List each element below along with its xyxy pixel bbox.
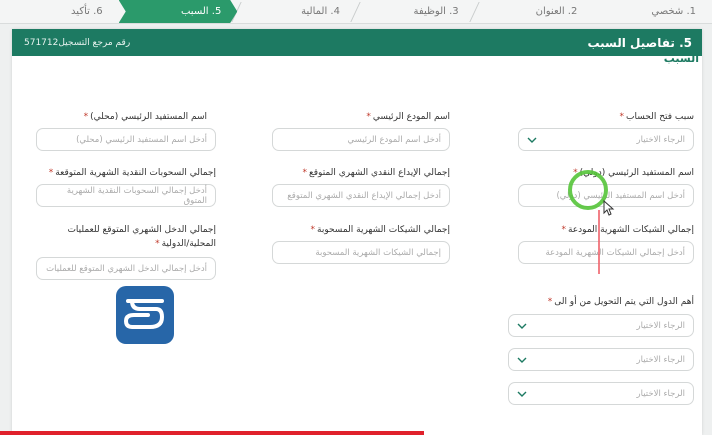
- step-confirm[interactable]: 6. تأكيد: [0, 0, 119, 23]
- panel-title: 5. تفاصيل السبب: [587, 35, 692, 50]
- step-job[interactable]: 3. الوظيفة: [350, 0, 475, 23]
- transfer-country-value: الرجاء الاختيار: [636, 388, 685, 399]
- deposited-checks-label: إجمالي الشيكات الشهرية المودعة*: [561, 225, 694, 235]
- expected-income-label: إجمالي الدخل الشهري المتوقع للعمليات الم…: [67, 225, 216, 249]
- transfer-countries-label: أهم الدول التي يتم التحويل من أو الى*: [547, 297, 694, 307]
- transfer-country-value: الرجاء الاختيار: [636, 320, 685, 331]
- section-title: السبب: [663, 52, 699, 65]
- account-reason-select[interactable]: الرجاء الاختيار: [518, 128, 694, 151]
- expected-cash-withdrawal-input[interactable]: أدخل إجمالي السحوبات النقدية الشهرية الم…: [36, 184, 216, 207]
- annotation-line: [598, 210, 600, 274]
- transfer-country-select-2[interactable]: الرجاء الاختيار: [508, 348, 694, 371]
- step-financial[interactable]: 4. المالية: [231, 0, 356, 23]
- step-reason[interactable]: 5. السبب: [118, 0, 238, 23]
- transfer-country-value: الرجاء الاختيار: [636, 354, 685, 365]
- withdrawn-checks-input[interactable]: إجمالي الشيكات الشهرية المسحوبة: [272, 241, 450, 264]
- deposited-checks-input[interactable]: أدخل إجمالي الشيكات الشهرية المودعة: [518, 241, 694, 264]
- registration-reference: رقم مرجع التسجيل571712: [24, 37, 131, 48]
- expected-cash-withdrawal-placeholder: أدخل إجمالي السحوبات النقدية الشهرية الم…: [66, 185, 207, 206]
- deposited-checks-placeholder: أدخل إجمالي الشيكات الشهرية المودعة: [545, 247, 685, 258]
- expected-cash-deposit-placeholder: أدخل إجمالي الإيداع النقدي الشهري المتوق…: [287, 190, 441, 201]
- step-label: 5. السبب: [180, 6, 222, 17]
- expected-income-placeholder: أدخل إجمالي الدخل الشهري المتوقع للعمليا…: [46, 263, 207, 274]
- main-depositor-label: اسم المودع الرئيسي*: [366, 112, 450, 122]
- step-address[interactable]: 2. العنوان: [468, 0, 594, 23]
- expected-cash-deposit-input[interactable]: أدخل إجمالي الإيداع النقدي الشهري المتوق…: [272, 184, 450, 207]
- expected-cash-deposit-label: إجمالي الإيداع النقدي الشهري المتوقع*: [302, 168, 450, 178]
- chevron-down-icon: [527, 137, 537, 143]
- cursor-icon: [603, 200, 615, 216]
- step-label: 3. الوظيفة: [413, 6, 459, 17]
- step-personal[interactable]: 1. شخصي: [593, 0, 712, 23]
- main-beneficiary-local-input[interactable]: أدخل اسم المستفيد الرئيسي (محلي): [36, 128, 216, 151]
- chevron-down-icon: [517, 391, 527, 397]
- step-label: 1. شخصي: [651, 6, 696, 17]
- main-beneficiary-local-placeholder: أدخل اسم المستفيد الرئيسي (محلي): [76, 134, 207, 145]
- steps-bar: 1. شخصي 2. العنوان 3. الوظيفة 4. المالية…: [0, 0, 712, 24]
- step-label: 2. العنوان: [535, 6, 578, 17]
- chevron-down-icon: [517, 357, 527, 363]
- video-progress-bar: [0, 431, 424, 435]
- main-depositor-input[interactable]: أدخل اسم المودع الرئيسي: [272, 128, 450, 151]
- panel-header: 5. تفاصيل السبب رقم مرجع التسجيل571712: [12, 29, 702, 56]
- chevron-down-icon: [517, 323, 527, 329]
- brand-logo-icon: [116, 286, 174, 344]
- cursor-highlight: [568, 170, 608, 210]
- brand-logo-glyph: [123, 299, 165, 329]
- transfer-country-select-3[interactable]: الرجاء الاختيار: [508, 382, 694, 405]
- withdrawn-checks-label: إجمالي الشيكات الشهرية المسحوبة*: [310, 225, 451, 235]
- main-beneficiary-local-label: اسم المستفيد الرئيسي (محلي)*: [83, 112, 207, 122]
- account-reason-label: سبب فتح الحساب*: [619, 112, 694, 122]
- account-reason-value: الرجاء الاختيار: [636, 134, 685, 145]
- expected-income-input[interactable]: أدخل إجمالي الدخل الشهري المتوقع للعمليا…: [36, 257, 216, 280]
- withdrawn-checks-placeholder: إجمالي الشيكات الشهرية المسحوبة: [315, 247, 441, 258]
- expected-cash-withdrawal-label: إجمالي السحوبات النقدية الشهرية المتوقعة…: [48, 168, 216, 178]
- transfer-country-select-1[interactable]: الرجاء الاختيار: [508, 314, 694, 337]
- step-label: 4. المالية: [301, 6, 340, 17]
- step-label: 6. تأكيد: [71, 6, 103, 17]
- main-depositor-placeholder: أدخل اسم المودع الرئيسي: [347, 134, 441, 145]
